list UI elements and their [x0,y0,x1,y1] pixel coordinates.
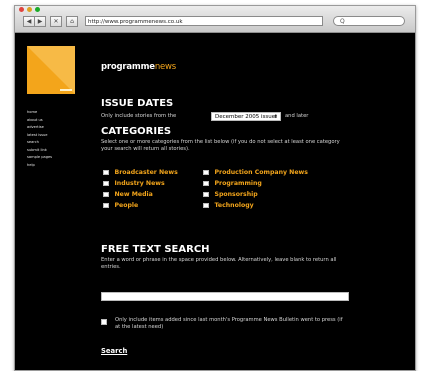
sidebar-item-advertise[interactable]: advertise [27,124,52,132]
category-checkbox[interactable] [103,169,109,176]
site-title-accent: news [154,62,177,72]
issue-date-value: December 2005 issue [215,114,276,120]
categories-description: Select one or more categories from the l… [101,139,340,152]
sidebar-item-submit-link[interactable]: submit link [27,147,52,155]
category-checkbox[interactable] [203,180,209,187]
category-programming[interactable]: Programming [203,180,262,187]
category-checkbox[interactable] [203,202,209,209]
category-people[interactable]: People [103,202,138,209]
recent-only-label: Only include items added since last mont… [115,317,343,330]
category-label: Production Company News [214,169,308,176]
category-production-company-news[interactable]: Production Company News [203,169,308,176]
forward-button[interactable]: ▶ [35,16,46,27]
category-checkbox[interactable] [103,202,109,209]
address-bar[interactable]: http://www.programmenews.co.uk [85,16,323,26]
category-label: Programming [214,180,262,187]
issue-dates-suffix: and later [285,113,309,119]
free-text-description: Enter a word or phrase in the space prov… [101,257,337,270]
chevron-down-icon: ⬍ [273,114,278,120]
sidebar-item-help[interactable]: help [27,162,52,170]
back-button[interactable]: ◀ [23,16,35,27]
home-button[interactable]: ⌂ [66,16,78,27]
site-title: programmenews [101,62,176,72]
sidebar-item-search[interactable]: search [27,139,52,147]
browser-window: ◀ ▶ ✕ ⌂ http://www.programmenews.co.uk Q… [14,5,416,371]
category-broadcaster-news[interactable]: Broadcaster News [103,169,178,176]
categories-heading: CATEGORIES [101,126,172,137]
back-icon: ◀ [26,18,32,25]
stop-icon: ✕ [53,18,59,25]
category-checkbox[interactable] [203,191,209,198]
home-icon: ⌂ [70,18,74,25]
sidebar-item-home[interactable]: home [27,109,52,117]
category-label: Broadcaster News [114,169,178,176]
category-sponsorship[interactable]: Sponsorship [203,191,258,198]
sidebar-nav: home about us advertise latest issue sea… [27,109,52,169]
sidebar-item-sample-pages[interactable]: sample pages [27,154,52,162]
free-text-search-input[interactable] [101,292,349,301]
category-checkbox[interactable] [203,169,209,176]
category-checkbox[interactable] [103,191,109,198]
category-label: Industry News [114,180,165,187]
stop-button[interactable]: ✕ [50,16,62,27]
issue-dates-prefix: Only include stories from the [101,113,177,119]
category-industry-news[interactable]: Industry News [103,180,165,187]
minimize-window-button[interactable] [27,7,32,12]
nav-buttons: ◀ ▶ ✕ ⌂ [23,16,78,27]
category-checkbox[interactable] [103,180,109,187]
logo-mark [60,89,72,91]
free-text-search-heading: FREE TEXT SEARCH [101,244,210,255]
browser-toolbar: ◀ ▶ ✕ ⌂ http://www.programmenews.co.uk Q [15,6,415,33]
search-button[interactable]: Search [101,347,127,355]
magnifier-icon: Q [340,18,345,25]
recent-only-checkbox[interactable] [101,319,107,325]
site-logo[interactable] [27,46,75,94]
window-controls [19,7,40,13]
logo-shape [27,46,75,94]
sidebar-item-about-us[interactable]: about us [27,117,52,125]
close-window-button[interactable] [19,7,24,12]
site-title-main: programme [101,62,155,72]
issue-dates-heading: ISSUE DATES [101,98,174,109]
category-label: New Media [114,191,153,198]
category-technology[interactable]: Technology [203,202,254,209]
forward-icon: ▶ [37,18,43,25]
sidebar-item-latest-issue[interactable]: latest issue [27,132,52,140]
category-label: Sponsorship [214,191,258,198]
zoom-window-button[interactable] [35,7,40,12]
category-label: Technology [214,202,254,209]
issue-date-select[interactable]: December 2005 issue ⬍ [211,112,281,121]
category-new-media[interactable]: New Media [103,191,153,198]
browser-search-field[interactable]: Q [333,16,405,26]
category-label: People [114,202,139,209]
